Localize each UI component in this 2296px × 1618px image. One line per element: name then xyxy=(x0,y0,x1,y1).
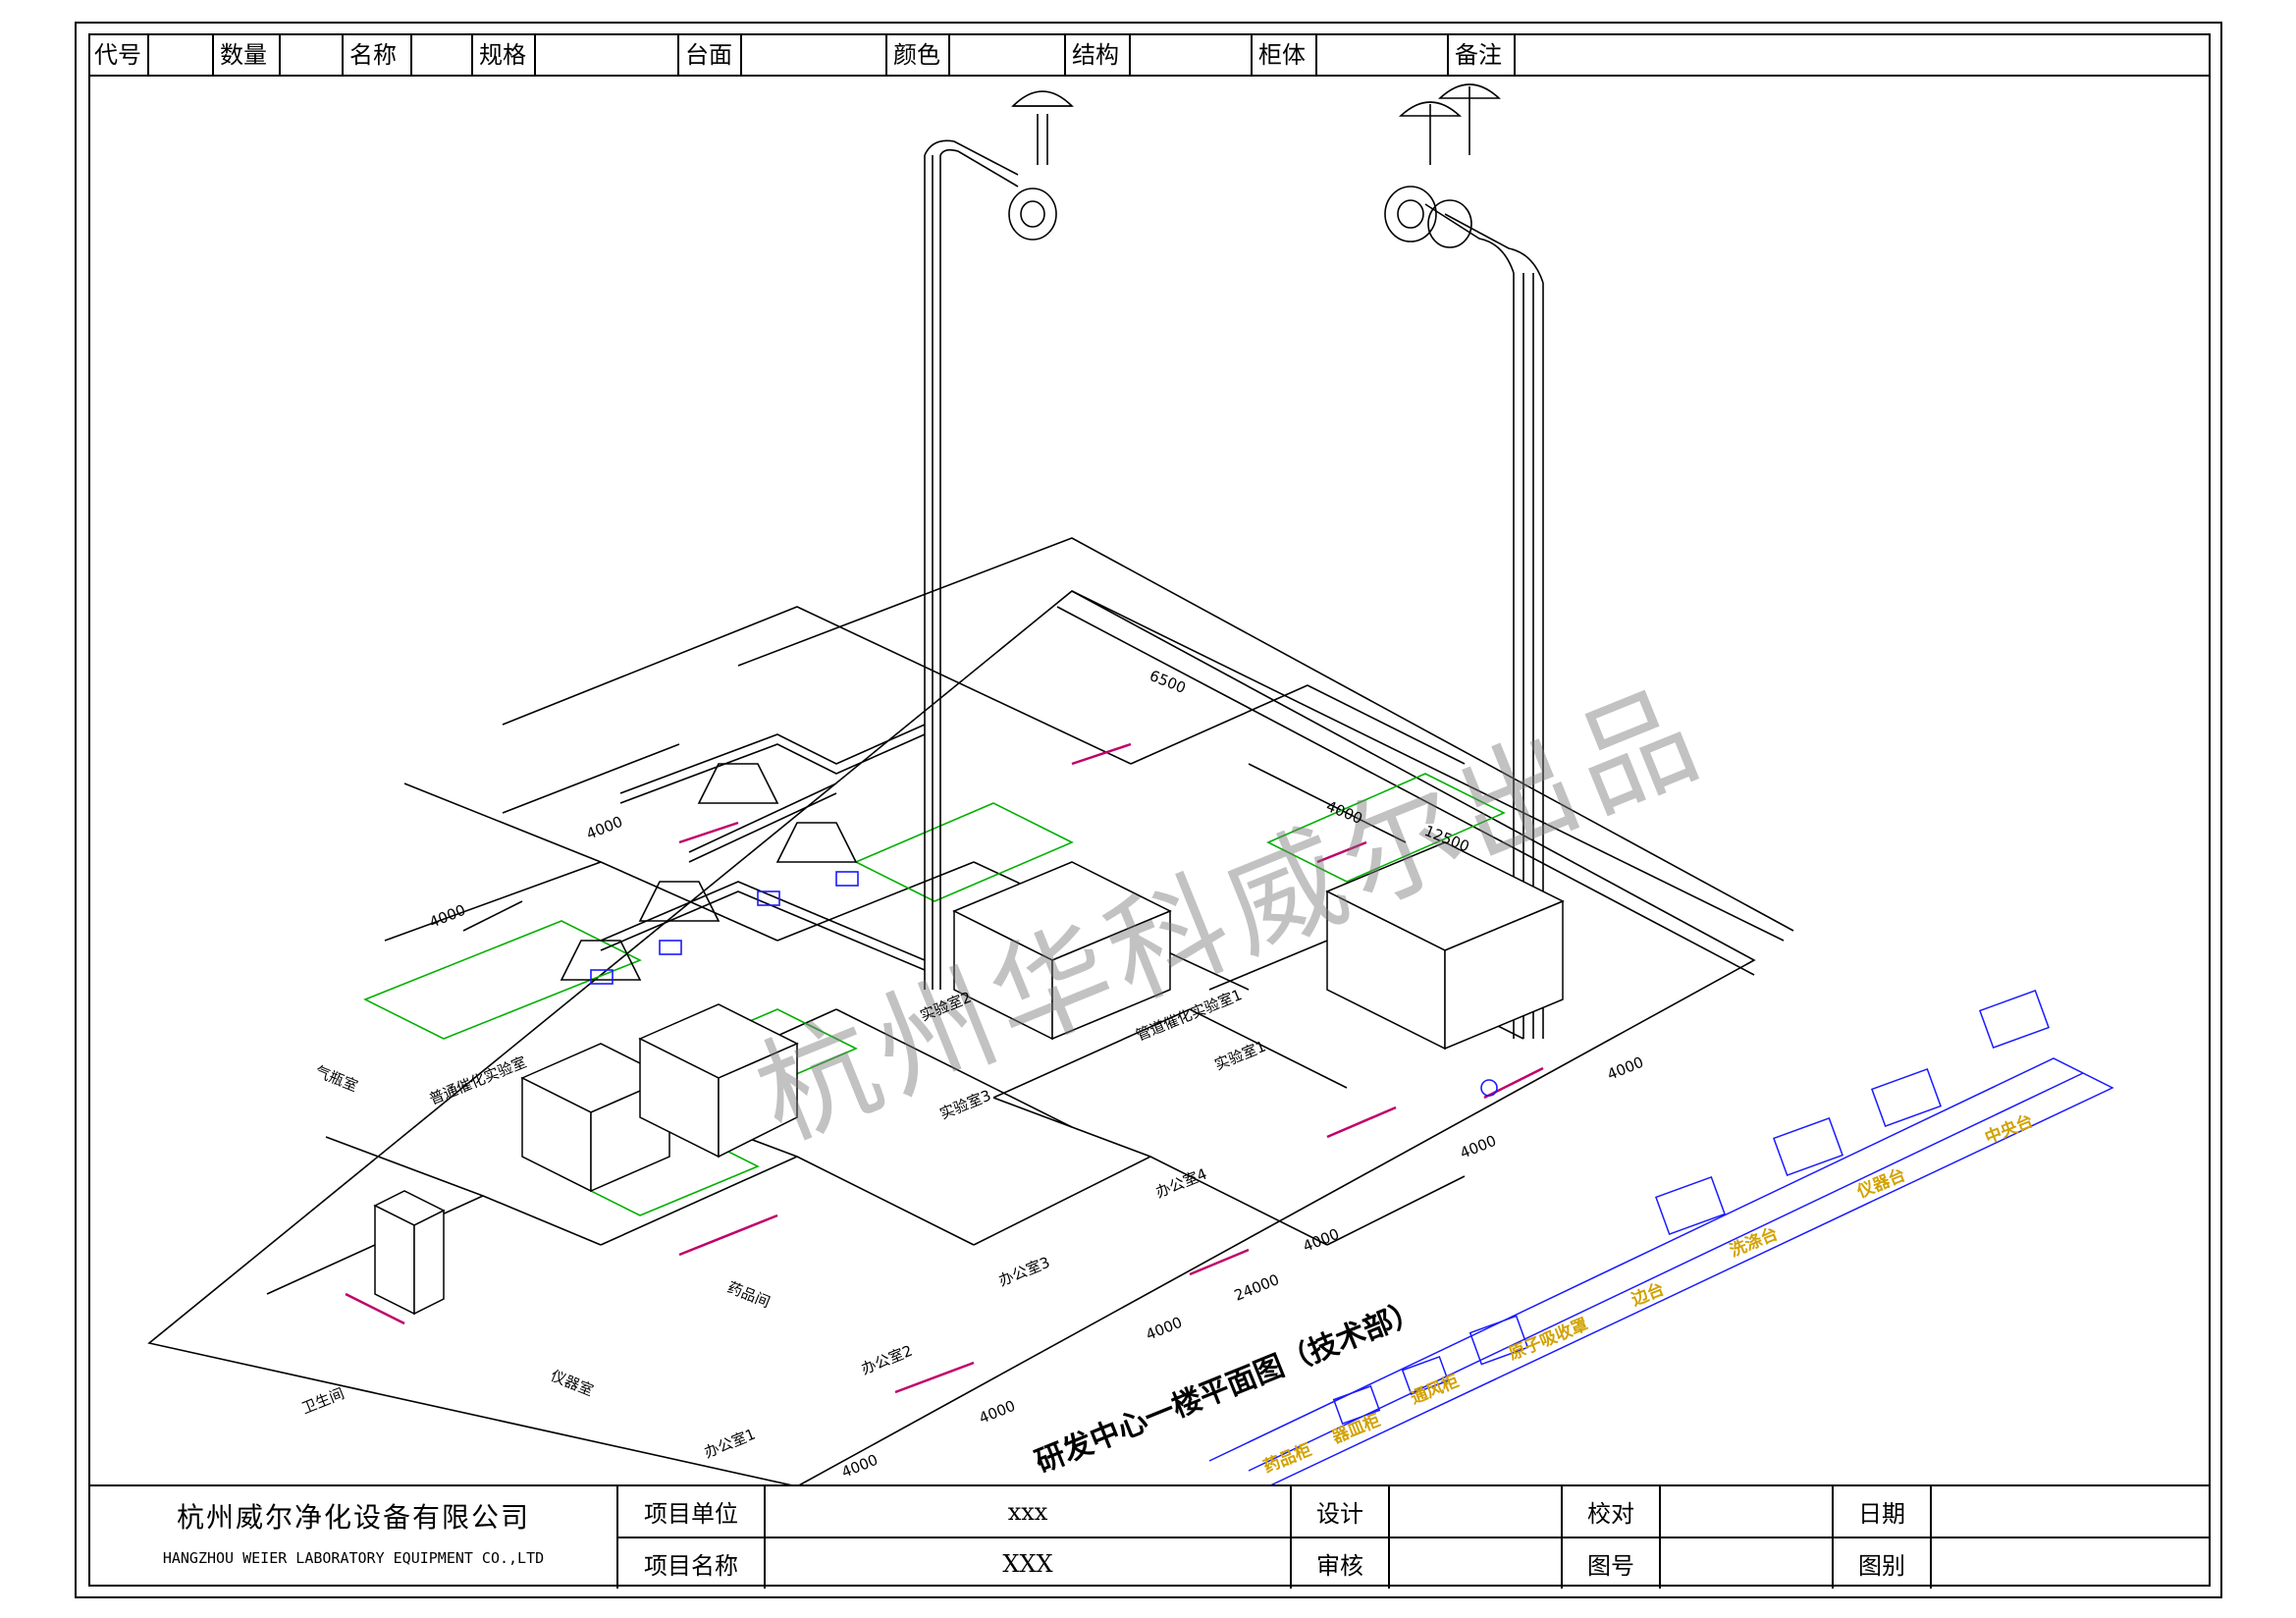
spec-label-qty: 数量 xyxy=(214,33,281,77)
project-name-value: XXX xyxy=(766,1538,1292,1589)
spec-label-cabinet: 柜体 xyxy=(1253,33,1317,77)
project-name-label: 项目名称 xyxy=(618,1538,766,1589)
company-name-en: HANGZHOU WEIER LABORATORY EQUIPMENT CO.,… xyxy=(162,1549,545,1567)
spec-value-structure xyxy=(1131,33,1253,77)
reagent-cabinets xyxy=(373,1003,799,1316)
review-value xyxy=(1390,1538,1563,1589)
design-label: 设计 xyxy=(1292,1486,1390,1537)
date-value xyxy=(1932,1486,2211,1537)
spec-value-name xyxy=(412,33,473,77)
spec-header: 代号 数量 名称 规格 台面 颜色 结构 柜体 备注 xyxy=(88,33,2211,77)
drawing-no-label: 图号 xyxy=(1563,1538,1661,1589)
exhaust-stack-left xyxy=(924,90,1074,990)
spec-value-code xyxy=(149,33,214,77)
spec-label-color: 颜色 xyxy=(887,33,950,77)
spec-value-spec xyxy=(536,33,679,77)
spec-value-top xyxy=(742,33,887,77)
legend-panel xyxy=(1208,989,2114,1486)
date-label: 日期 xyxy=(1834,1486,1932,1537)
spec-value-cabinet xyxy=(1317,33,1449,77)
design-value xyxy=(1390,1486,1563,1537)
review-label: 审核 xyxy=(1292,1538,1390,1589)
project-unit-value: xxx xyxy=(766,1486,1292,1537)
overhead-duct xyxy=(560,724,926,981)
spec-value-color xyxy=(950,33,1066,77)
spec-label-code: 代号 xyxy=(88,33,149,77)
spec-label-structure: 结构 xyxy=(1066,33,1131,77)
proofread-value xyxy=(1661,1486,1834,1537)
spec-label-top: 台面 xyxy=(679,33,742,77)
spec-value-remark xyxy=(1516,33,2211,77)
drawing-type-value xyxy=(1932,1538,2211,1589)
title-block: 杭州威尔净化设备有限公司 HANGZHOU WEIER LABORATORY E… xyxy=(88,1484,2211,1589)
drawing-type-label: 图别 xyxy=(1834,1538,1932,1589)
company-name-cn: 杭州威尔净化设备有限公司 xyxy=(176,1501,530,1534)
spec-label-name: 名称 xyxy=(344,33,412,77)
floor-plan-svg xyxy=(147,83,2114,1486)
spec-label-remark: 备注 xyxy=(1449,33,1516,77)
spec-value-qty xyxy=(281,33,344,77)
spec-label-spec: 规格 xyxy=(473,33,536,77)
project-unit-label: 项目单位 xyxy=(618,1486,766,1537)
proofread-label: 校对 xyxy=(1563,1486,1661,1537)
isometric-floor-plan: 杭州华科威尔出品 xyxy=(90,77,2209,1486)
company-cell: 杭州威尔净化设备有限公司 HANGZHOU WEIER LABORATORY E… xyxy=(88,1486,618,1589)
drawing-no-value xyxy=(1661,1538,1834,1589)
